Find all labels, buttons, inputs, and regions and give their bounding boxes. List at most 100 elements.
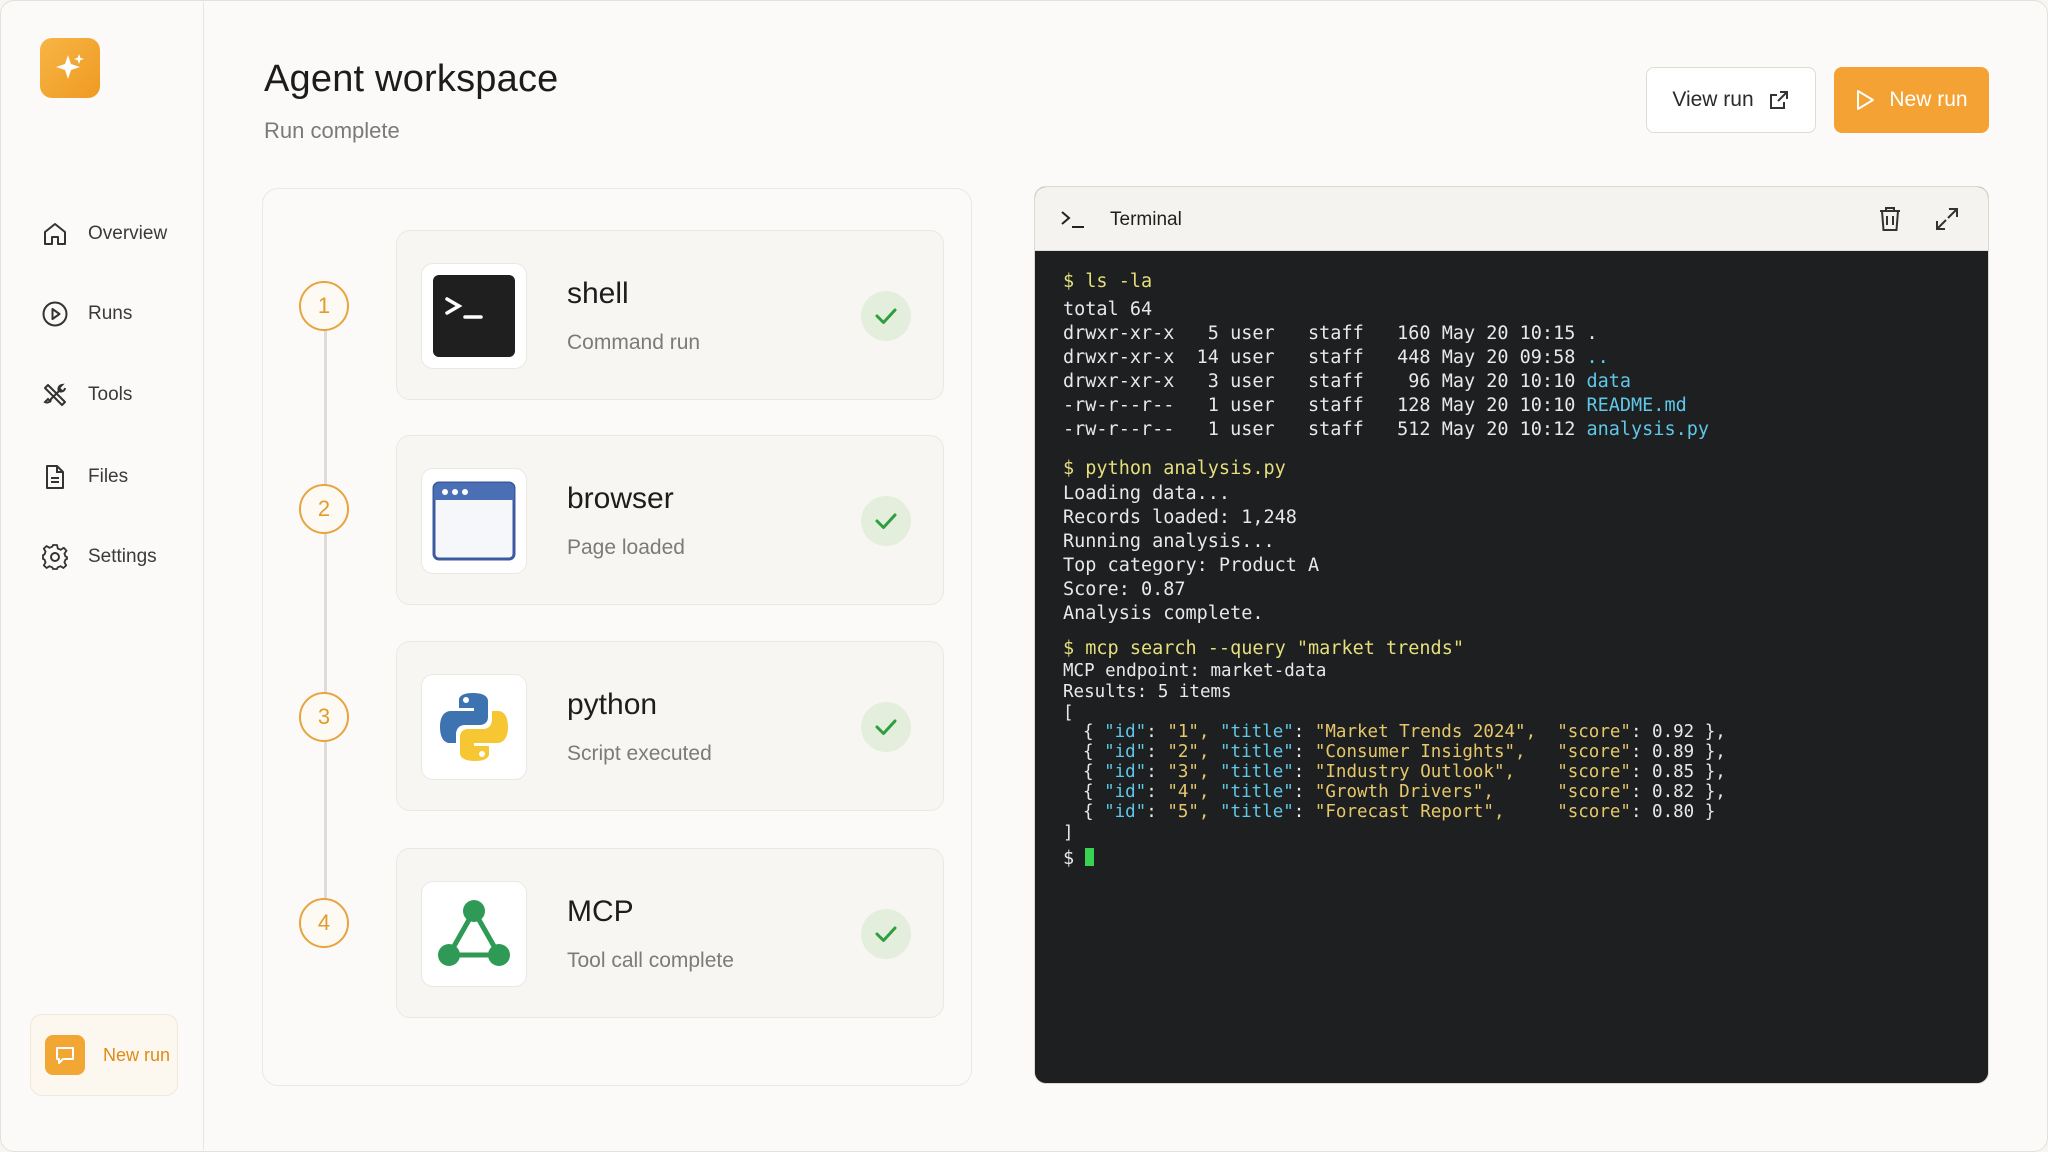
terminal-line: Analysis complete.: [1063, 603, 1264, 624]
result-title: "Industry Outlook",: [1314, 762, 1516, 782]
check-icon: [861, 702, 911, 752]
sidebar-item-overview[interactable]: Overview: [40, 214, 167, 254]
step-icon-box: [421, 468, 527, 574]
step-name: shell: [567, 277, 629, 310]
ls-prefix: -rw-r--r-- 1 user staff 128 May 20 10:10: [1063, 395, 1587, 416]
result-score: 0.92 },: [1652, 722, 1726, 742]
terminal-line: Results: 5 items: [1063, 682, 1232, 702]
ls-name: data: [1586, 371, 1632, 392]
sidebar-item-files[interactable]: Files: [40, 457, 128, 497]
step-number: 4: [299, 898, 349, 948]
result-title: "Growth Drivers",: [1314, 782, 1494, 802]
expand-icon[interactable]: [1933, 205, 1961, 233]
terminal-line: -rw-r--r-- 1 user staff 128 May 20 10:10…: [1063, 395, 1687, 416]
terminal-line: Score: 0.87: [1063, 579, 1186, 600]
terminal-command: $ mcp search --query "market trends": [1063, 638, 1464, 659]
terminal-line: -rw-r--r-- 1 user staff 512 May 20 10:12…: [1063, 419, 1709, 440]
terminal-line: MCP endpoint: market-data: [1063, 661, 1327, 681]
terminal-line: Loading data...: [1063, 483, 1231, 504]
check-icon: [861, 291, 911, 341]
terminal-cursor: [1085, 848, 1095, 866]
play-circle-icon: [42, 301, 68, 327]
ls-prefix: drwxr-xr-x 3 user staff 96 May 20 10:10: [1063, 371, 1587, 392]
trash-icon[interactable]: [1877, 205, 1903, 233]
step-status: Page loaded: [567, 536, 685, 559]
ls-name: .: [1586, 323, 1598, 344]
terminal-line: Top category: Product A: [1063, 555, 1320, 576]
step-name: MCP: [567, 895, 634, 928]
sidebar-item-settings[interactable]: Settings: [40, 537, 157, 577]
terminal-line: Running analysis...: [1063, 531, 1275, 552]
terminal-icon: [433, 275, 515, 357]
step-card-browser[interactable]: browser Page loaded: [396, 435, 944, 605]
sidebar-item-tools[interactable]: Tools: [40, 375, 132, 415]
step-icon-box: [421, 881, 527, 987]
json-result-row: { "id": "4", "title": "Growth Drivers", …: [1083, 782, 1726, 802]
view-run-button[interactable]: View run: [1646, 67, 1816, 133]
terminal-header: Terminal: [1035, 187, 1988, 251]
sidebar-new-run-button[interactable]: New run: [30, 1014, 178, 1096]
terminal-line: drwxr-xr-x 3 user staff 96 May 20 10:10 …: [1063, 371, 1631, 392]
ls-prefix: drwxr-xr-x 5 user staff 160 May 20 10:15: [1063, 323, 1587, 344]
terminal-line: drwxr-xr-x 14 user staff 448 May 20 09:5…: [1063, 347, 1609, 368]
terminal-line: drwxr-xr-x 5 user staff 160 May 20 10:15…: [1063, 323, 1598, 344]
step-number: 1: [299, 281, 349, 331]
sparkle-logo-icon[interactable]: [40, 38, 100, 98]
result-id: "3",: [1167, 762, 1210, 782]
json-result-row: { "id": "5", "title": "Forecast Report",…: [1083, 802, 1716, 822]
mcp-network-icon: [438, 900, 510, 966]
file-icon: [46, 465, 64, 489]
step-card-mcp[interactable]: MCP Tool call complete: [396, 848, 944, 1018]
result-title: "Market Trends 2024",: [1314, 722, 1537, 742]
sidebar: Overview Runs Tools Files Settings New r…: [2, 2, 204, 1150]
ls-prefix: -rw-r--r-- 1 user staff 512 May 20 10:12: [1063, 419, 1587, 440]
terminal-line: total 64: [1063, 299, 1153, 320]
step-number: 2: [299, 484, 349, 534]
sidebar-item-label: Overview: [88, 223, 168, 244]
terminal-command: $ python analysis.py: [1063, 458, 1286, 479]
sidebar-item-label: Settings: [88, 546, 157, 567]
terminal-panel[interactable]: Terminal $ ls -la total 64 drwxr-xr-x 5 …: [1034, 186, 1989, 1084]
step-card-shell[interactable]: shell Command run: [396, 230, 944, 400]
sidebar-item-runs[interactable]: Runs: [40, 294, 132, 334]
sidebar-item-label: Runs: [88, 303, 133, 324]
ls-prefix: drwxr-xr-x 14 user staff 448 May 20 09:5…: [1063, 347, 1587, 368]
result-id: "1",: [1167, 722, 1210, 742]
tools-icon: [43, 383, 66, 406]
gear-icon: [42, 544, 68, 570]
sidebar-item-label: Tools: [88, 384, 133, 405]
timeline-line: [324, 330, 327, 924]
step-status: Script executed: [567, 742, 712, 765]
result-score: 0.85 },: [1652, 762, 1726, 782]
play-icon: [1857, 90, 1875, 110]
terminal-prompt-line[interactable]: $: [1063, 848, 1095, 869]
step-name: browser: [567, 482, 674, 515]
terminal-output: $ ls -la total 64 drwxr-xr-x 5 user staf…: [1035, 251, 1988, 1083]
page-title: Agent workspace: [264, 58, 559, 100]
json-result-row: { "id": "3", "title": "Industry Outlook"…: [1083, 762, 1726, 782]
result-pad: [1536, 722, 1557, 742]
result-id: "2",: [1167, 742, 1210, 762]
chat-bubble-icon: [45, 1035, 85, 1075]
step-card-python[interactable]: python Script executed: [396, 641, 944, 811]
result-title: "Forecast Report",: [1314, 802, 1505, 822]
step-icon-box: [421, 263, 527, 369]
step-status: Tool call complete: [567, 949, 734, 972]
ls-name: README.md: [1586, 395, 1687, 416]
result-id: "5",: [1167, 802, 1210, 822]
terminal-line: Records loaded: 1,248: [1063, 507, 1297, 528]
external-link-icon: [1769, 91, 1788, 109]
result-score: 0.80 }: [1652, 802, 1716, 822]
ls-name: ..: [1586, 347, 1609, 368]
check-icon: [861, 496, 911, 546]
step-number: 3: [299, 692, 349, 742]
terminal-line: [: [1063, 703, 1074, 723]
new-run-label: New run: [1889, 88, 1968, 111]
terminal-title: Terminal: [1110, 209, 1182, 230]
result-id: "4",: [1167, 782, 1210, 802]
result-pad: [1515, 762, 1557, 782]
page-subtitle: Run complete: [264, 118, 400, 143]
new-run-button[interactable]: New run: [1834, 67, 1989, 133]
terminal-line: ]: [1063, 823, 1074, 843]
step-name: python: [567, 688, 658, 721]
